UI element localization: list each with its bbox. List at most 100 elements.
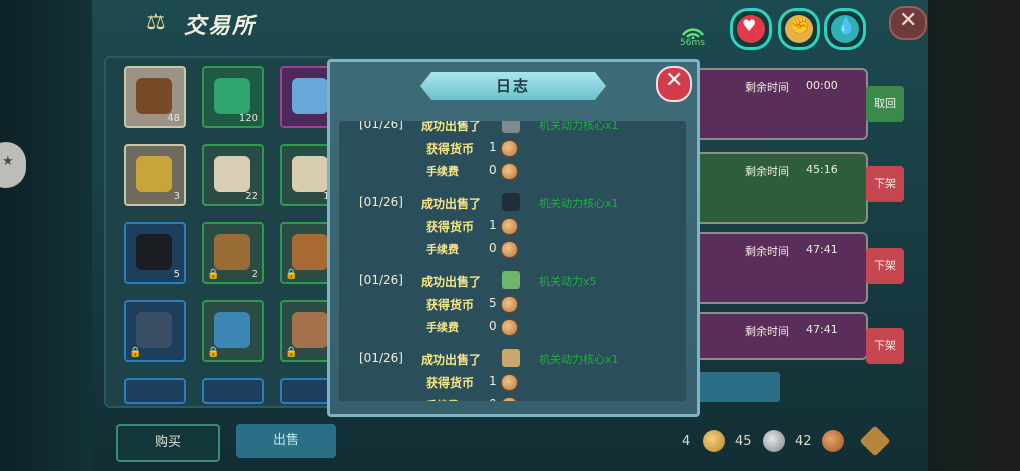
remaining-time-label: 剩余时间 [745, 165, 789, 178]
inventory-slot[interactable]: 120 [202, 66, 264, 128]
sold-item-name: 机关动力核心x1 [539, 353, 619, 366]
sale-listing[interactable]: 剩余时间 00:00 [690, 68, 868, 140]
coin-icon [501, 374, 518, 391]
bronze-count: 42 [795, 434, 812, 449]
sale-listing[interactable]: 剩余时间 47:41 [690, 312, 868, 360]
fee-value: 0 [489, 241, 497, 255]
delist-button[interactable]: 下架 [866, 328, 904, 364]
wifi-signal-icon [680, 24, 706, 40]
page-title: 交易所 [184, 14, 257, 39]
item-count: 48 [167, 113, 180, 124]
scales-icon: ⚖ [146, 10, 166, 35]
sale-listing[interactable]: 剩余时间 45:16 [690, 152, 868, 224]
remaining-time-label: 剩余时间 [745, 325, 789, 338]
close-icon: ✕ [899, 8, 918, 33]
sell-tab-button[interactable]: 出售 [236, 424, 336, 458]
log-modal: 日志 ✕ [01/26] 成功出售了 机关动力核心x1 获得货币 1 手续费 0 [01/26… [327, 59, 700, 417]
silver-coin-icon [763, 430, 785, 452]
lock-icon: 🔒 [207, 269, 220, 280]
coin-icon [501, 163, 518, 180]
strength-icon: ✊ [790, 16, 810, 35]
dumpling-item-icon [292, 156, 328, 192]
item-count: 120 [238, 113, 258, 124]
star-icon: ★ [2, 154, 14, 169]
close-exchange-button[interactable]: ✕ [889, 6, 927, 40]
hydration-status[interactable]: 💧 [824, 8, 866, 50]
left-edge-scenery [0, 0, 92, 471]
inventory-slot[interactable]: 3 [124, 144, 186, 206]
fee-value: 0 [489, 397, 497, 401]
lock-icon: 🔒 [207, 347, 220, 358]
item-count: 22 [245, 191, 258, 202]
log-date: [01/26] [359, 273, 403, 287]
fish-item-icon [214, 312, 250, 348]
inventory-slot[interactable] [124, 378, 186, 404]
sack-item-icon [214, 234, 250, 270]
fee-label: 手续费 [426, 243, 459, 256]
ink-bottle-item-icon [136, 234, 172, 270]
delist-button[interactable]: 下架 [866, 248, 904, 284]
sold-item-icon [502, 349, 520, 367]
sold-item-name: 机关动力x5 [539, 275, 597, 288]
close-log-button[interactable]: ✕ [656, 66, 692, 102]
herb-item-icon [136, 156, 172, 192]
close-icon: ✕ [665, 68, 684, 93]
log-entry: [01/26] 成功出售了 机关动力x5 获得货币 5 手续费 0 [339, 271, 686, 351]
log-entry: [01/26] 成功出售了 机关动力核心x1 获得货币 1 手续费 0 [339, 121, 686, 195]
coin-icon [501, 140, 518, 157]
remaining-time-label: 剩余时间 [745, 81, 789, 94]
coral-item-icon [214, 156, 250, 192]
water-drop-icon: 💧 [836, 16, 856, 35]
fee-value: 0 [489, 163, 497, 177]
sold-item-name: 机关动力核心x1 [539, 121, 619, 132]
delist-button[interactable]: 下架 [866, 166, 904, 202]
inventory-slot[interactable]: 🔒 [124, 300, 186, 362]
log-action: 成功出售了 [421, 353, 482, 367]
item-count: 2 [251, 269, 258, 280]
log-date: [01/26] [359, 195, 403, 209]
boat-item-icon [292, 312, 328, 348]
machine-item-icon [136, 312, 172, 348]
latency-text: 56ms [680, 38, 705, 48]
log-date: [01/26] [359, 351, 403, 365]
compass-item-icon [214, 78, 250, 114]
remaining-time-value: 45:16 [806, 163, 838, 176]
sold-item-name: 机关动力核心x1 [539, 197, 619, 210]
remaining-time-value: 00:00 [806, 79, 838, 92]
item-count: 5 [173, 269, 180, 280]
inventory-slot[interactable] [202, 378, 264, 404]
inventory-slot[interactable]: 🔒 [202, 300, 264, 362]
coin-icon [501, 319, 518, 336]
log-list[interactable]: [01/26] 成功出售了 机关动力核心x1 获得货币 1 手续费 0 [01/26] 成功出售… [339, 121, 686, 401]
log-entry: [01/26] 成功出售了 机关动力核心x1 获得货币 1 手续费 0 [339, 349, 686, 401]
inventory-slot[interactable]: 5 [124, 222, 186, 284]
inventory-slot[interactable]: 22 [202, 144, 264, 206]
coin-icon [501, 241, 518, 258]
earned-label: 获得货币 [426, 142, 475, 156]
buy-tab-button[interactable]: 购买 [116, 424, 220, 462]
log-action: 成功出售了 [421, 275, 482, 289]
modal-title: 日志 [495, 77, 530, 95]
energy-status[interactable]: ✊ [778, 8, 820, 50]
sold-item-icon [502, 193, 520, 211]
copper-count: 4 [682, 434, 691, 449]
lock-icon: 🔒 [285, 269, 298, 280]
inventory-slot[interactable]: 2 🔒 [202, 222, 264, 284]
fee-value: 0 [489, 319, 497, 333]
remaining-time-value: 47:41 [806, 243, 838, 256]
earned-value: 1 [489, 140, 497, 154]
fee-label: 手续费 [426, 321, 459, 334]
sale-listing[interactable]: 剩余时间 47:41 [690, 232, 868, 304]
coin-icon [501, 397, 518, 401]
earned-value: 5 [489, 296, 497, 310]
inventory-slot[interactable]: 48 [124, 66, 186, 128]
copper-coin-icon [703, 430, 725, 452]
remaining-time-label: 剩余时间 [745, 245, 789, 258]
fee-label: 手续费 [426, 397, 459, 401]
crystal-item-icon [292, 78, 328, 114]
item-count: 3 [173, 191, 180, 202]
health-status[interactable]: ♥ [730, 8, 772, 50]
retrieve-button[interactable]: 取回 [866, 86, 904, 122]
log-action: 成功出售了 [421, 197, 482, 211]
sell-slot-strip [690, 372, 780, 402]
